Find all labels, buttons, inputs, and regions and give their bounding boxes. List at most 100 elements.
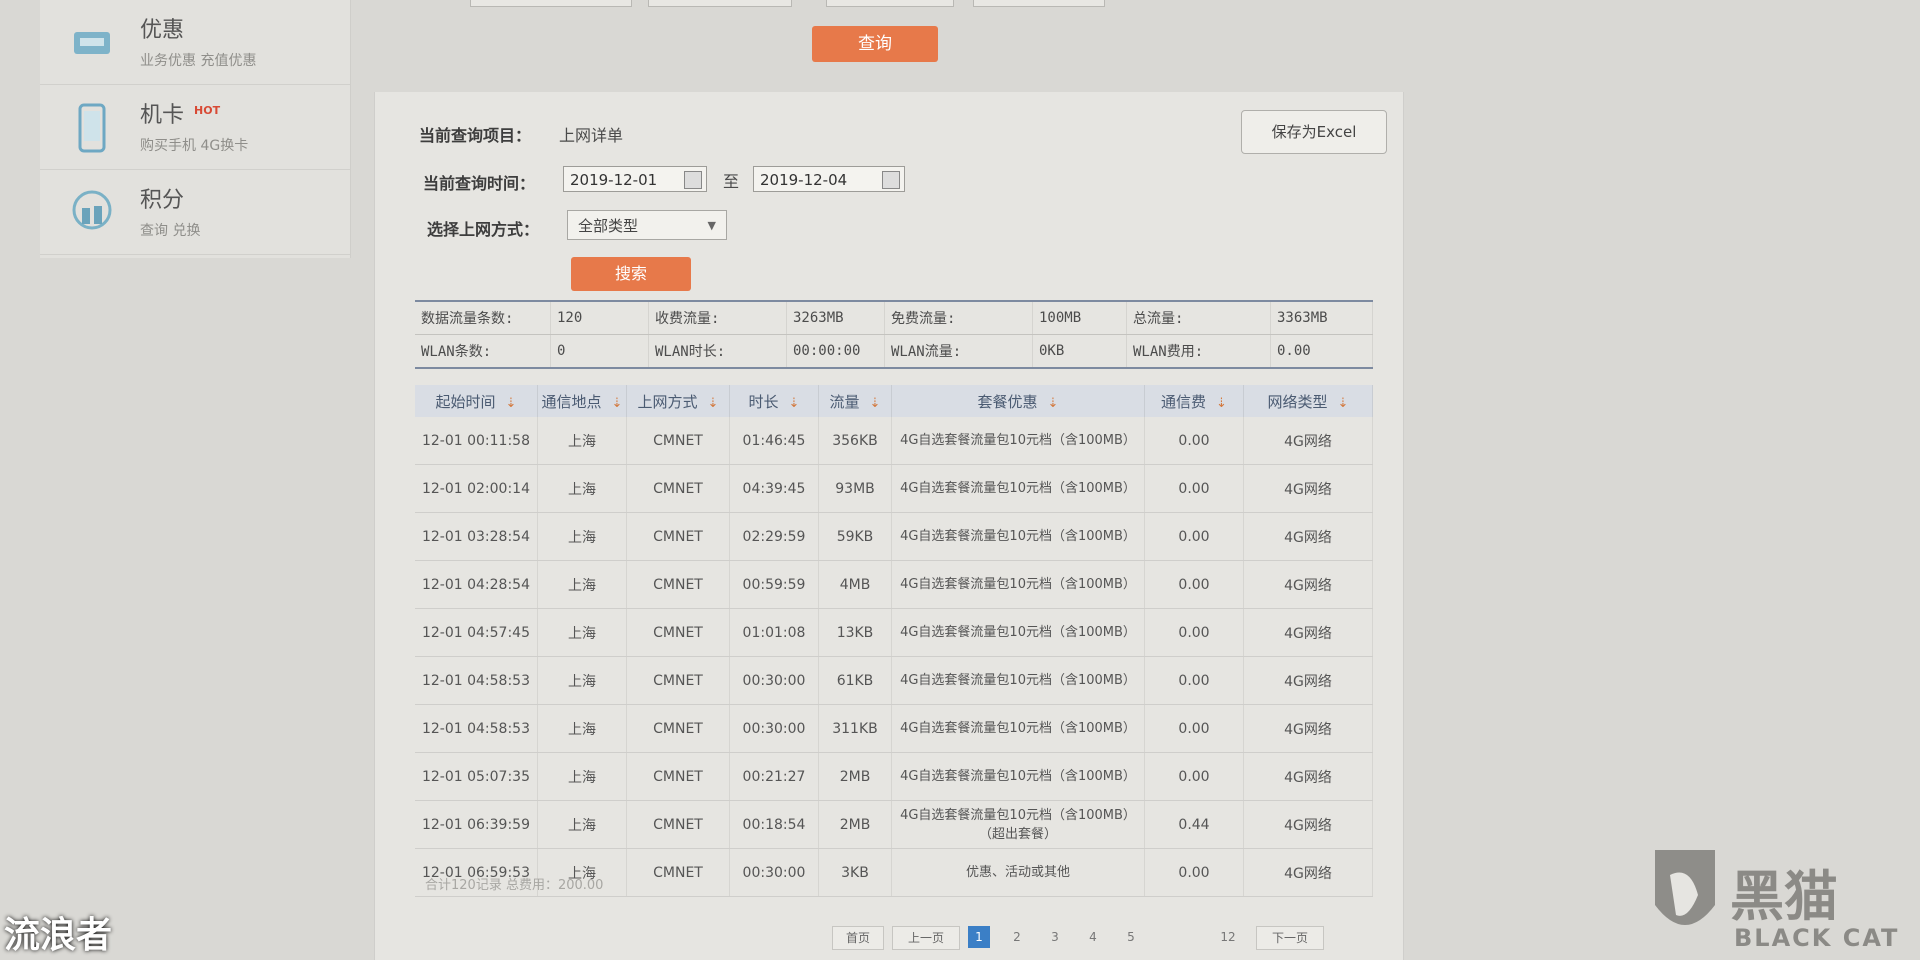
table-row: 12-01 04:58:53 上海 CMNET 00:30:00 61KB 4G自选套餐流… bbox=[415, 656, 1373, 705]
page-4-button[interactable]: 4 bbox=[1082, 926, 1104, 948]
cell-location: 上海 bbox=[537, 512, 627, 561]
end-date-value: 2019-12-04 bbox=[760, 171, 848, 189]
sort-icon[interactable]: ⇣ bbox=[1048, 396, 1059, 411]
cell-duration: 00:18:54 bbox=[729, 800, 819, 849]
cell-start-time: 12-01 03:28:54 bbox=[415, 512, 538, 561]
table-row: 12-01 02:00:14 上海 CMNET 04:39:45 93MB 4G自选套餐流… bbox=[415, 464, 1373, 513]
cell-duration: 01:46:45 bbox=[729, 417, 819, 465]
top-input-fragment[interactable] bbox=[648, 0, 792, 7]
summary-cell: 3263MB bbox=[786, 300, 885, 335]
cell-location: 上海 bbox=[537, 752, 627, 801]
cell-access-mode: CMNET bbox=[626, 752, 730, 801]
cell-location: 上海 bbox=[537, 608, 627, 657]
sidebar-item-subtitle: 业务优惠 充值优惠 bbox=[140, 53, 257, 69]
chevron-down-icon: ▼ bbox=[707, 219, 716, 232]
column-header-package[interactable]: 套餐优惠 ⇣ bbox=[891, 385, 1145, 417]
save-excel-button[interactable]: 保存为Excel bbox=[1241, 110, 1387, 154]
access-mode-select[interactable]: 全部类型 ▼ bbox=[567, 210, 727, 240]
start-date-value: 2019-12-01 bbox=[570, 171, 658, 189]
access-mode-value: 全部类型 bbox=[578, 217, 639, 235]
summary-cell: WLAN流量: bbox=[884, 334, 1033, 369]
search-button[interactable]: 搜索 bbox=[571, 257, 691, 291]
column-header-location[interactable]: 通信地点 ⇣ bbox=[537, 385, 627, 417]
cell-volume: 356KB bbox=[818, 417, 892, 465]
table-row: 12-01 04:28:54 上海 CMNET 00:59:59 4MB 4G自选套餐流量… bbox=[415, 560, 1373, 609]
query-item-label: 当前查询项目： bbox=[419, 126, 532, 145]
cell-start-time: 12-01 04:57:45 bbox=[415, 608, 538, 657]
calendar-icon[interactable] bbox=[882, 171, 900, 189]
sort-icon[interactable]: ⇣ bbox=[870, 396, 881, 411]
cell-package: 4G自选套餐流量包10元档（含100MB） bbox=[891, 752, 1145, 801]
top-input-fragment[interactable] bbox=[826, 0, 954, 7]
cell-start-time: 12-01 05:07:35 bbox=[415, 752, 538, 801]
cell-duration: 04:39:45 bbox=[729, 464, 819, 513]
next-page-button[interactable]: 下一页 bbox=[1256, 926, 1324, 950]
cell-duration: 00:21:27 bbox=[729, 752, 819, 801]
sort-icon[interactable]: ⇣ bbox=[506, 396, 517, 411]
cell-fee: 0.00 bbox=[1144, 464, 1244, 513]
cell-network-type: 4G网络 bbox=[1243, 800, 1373, 849]
cell-duration: 00:30:00 bbox=[729, 704, 819, 753]
cell-package: 4G自选套餐流量包10元档（含100MB） bbox=[891, 608, 1145, 657]
cell-location: 上海 bbox=[537, 417, 627, 465]
cell-duration: 00:30:00 bbox=[729, 656, 819, 705]
cell-package: 4G自选套餐流量包10元档（含100MB） bbox=[891, 417, 1145, 465]
access-mode-label: 选择上网方式： bbox=[427, 220, 540, 239]
page-1-button[interactable]: 1 bbox=[968, 926, 990, 948]
cell-access-mode: CMNET bbox=[626, 512, 730, 561]
column-header-duration[interactable]: 时长 ⇣ bbox=[729, 385, 819, 417]
calendar-icon[interactable] bbox=[684, 171, 702, 189]
top-input-fragment[interactable] bbox=[470, 0, 632, 7]
cell-access-mode: CMNET bbox=[626, 704, 730, 753]
cell-volume: 13KB bbox=[818, 608, 892, 657]
cell-start-time: 12-01 00:11:58 bbox=[415, 417, 538, 465]
column-header-network-type[interactable]: 网络类型 ⇣ bbox=[1243, 385, 1373, 417]
column-header-volume[interactable]: 流量 ⇣ bbox=[818, 385, 892, 417]
sidebar-item-discount[interactable]: 优惠 业务优惠 充值优惠 bbox=[40, 0, 350, 85]
summary-cell: 收费流量: bbox=[648, 300, 787, 335]
summary-cell: 总流量: bbox=[1126, 300, 1271, 335]
cell-network-type: 4G网络 bbox=[1243, 608, 1373, 657]
prev-page-button[interactable]: 上一页 bbox=[892, 926, 960, 950]
header-label: 套餐优惠 bbox=[977, 392, 1038, 411]
column-header-fee[interactable]: 通信费 ⇣ bbox=[1144, 385, 1244, 417]
sort-icon[interactable]: ⇣ bbox=[789, 396, 800, 411]
sort-icon[interactable]: ⇣ bbox=[1338, 396, 1349, 411]
cell-volume: 3KB bbox=[818, 848, 892, 897]
query-button[interactable]: 查询 bbox=[812, 26, 938, 62]
summary-row: WLAN条数: 0 WLAN时长: 00:00:00 WLAN流量: 0KB W… bbox=[415, 334, 1373, 369]
cell-volume: 59KB bbox=[818, 512, 892, 561]
cell-volume: 311KB bbox=[818, 704, 892, 753]
sidebar-item-phone-card[interactable]: 机卡 HOT 购买手机 4G换卡 bbox=[40, 85, 350, 170]
cell-network-type: 4G网络 bbox=[1243, 848, 1373, 897]
last-page-button[interactable]: 12 bbox=[1214, 926, 1242, 948]
cell-duration: 02:29:59 bbox=[729, 512, 819, 561]
table-row: 12-01 03:28:54 上海 CMNET 02:29:59 59KB 4G自选套餐流… bbox=[415, 512, 1373, 561]
start-date-field[interactable]: 2019-12-01 bbox=[563, 166, 707, 192]
cell-network-type: 4G网络 bbox=[1243, 752, 1373, 801]
sort-icon[interactable]: ⇣ bbox=[708, 396, 719, 411]
cell-location: 上海 bbox=[537, 464, 627, 513]
sidebar-item-title: 机卡 HOT bbox=[140, 97, 220, 129]
column-header-start-time[interactable]: 起始时间 ⇣ bbox=[415, 385, 538, 417]
page-2-button[interactable]: 2 bbox=[1006, 926, 1028, 948]
top-input-fragment[interactable] bbox=[973, 0, 1105, 7]
first-page-button[interactable]: 首页 bbox=[832, 926, 884, 950]
query-panel: 当前查询项目： 上网详单 保存为Excel 当前查询时间： 2019-12-01… bbox=[374, 92, 1404, 960]
query-time-label: 当前查询时间： bbox=[423, 174, 536, 193]
sidebar-item-points[interactable]: 积分 查询 兑换 bbox=[40, 170, 350, 255]
table-footer-summary: 合计120记录 总费用：200.00 bbox=[425, 878, 604, 893]
usage-table: 起始时间 ⇣ 通信地点 ⇣ 上网方式 ⇣ 时长 ⇣ 流量 ⇣ 套餐优惠 ⇣ 通信费 ⇣ 网络类… bbox=[415, 385, 1373, 897]
date-separator: 至 bbox=[723, 172, 740, 191]
watermark-brand-cn: 黑猫 bbox=[1730, 865, 1838, 928]
column-header-access-mode[interactable]: 上网方式 ⇣ bbox=[626, 385, 730, 417]
summary-cell: 100MB bbox=[1032, 300, 1127, 335]
sort-icon[interactable]: ⇣ bbox=[1216, 396, 1227, 411]
page-3-button[interactable]: 3 bbox=[1044, 926, 1066, 948]
sort-icon[interactable]: ⇣ bbox=[612, 396, 623, 411]
page-5-button[interactable]: 5 bbox=[1120, 926, 1142, 948]
end-date-field[interactable]: 2019-12-04 bbox=[753, 166, 905, 192]
cell-package: 4G自选套餐流量包10元档（含100MB） bbox=[891, 464, 1145, 513]
cell-volume: 61KB bbox=[818, 656, 892, 705]
cell-access-mode: CMNET bbox=[626, 608, 730, 657]
